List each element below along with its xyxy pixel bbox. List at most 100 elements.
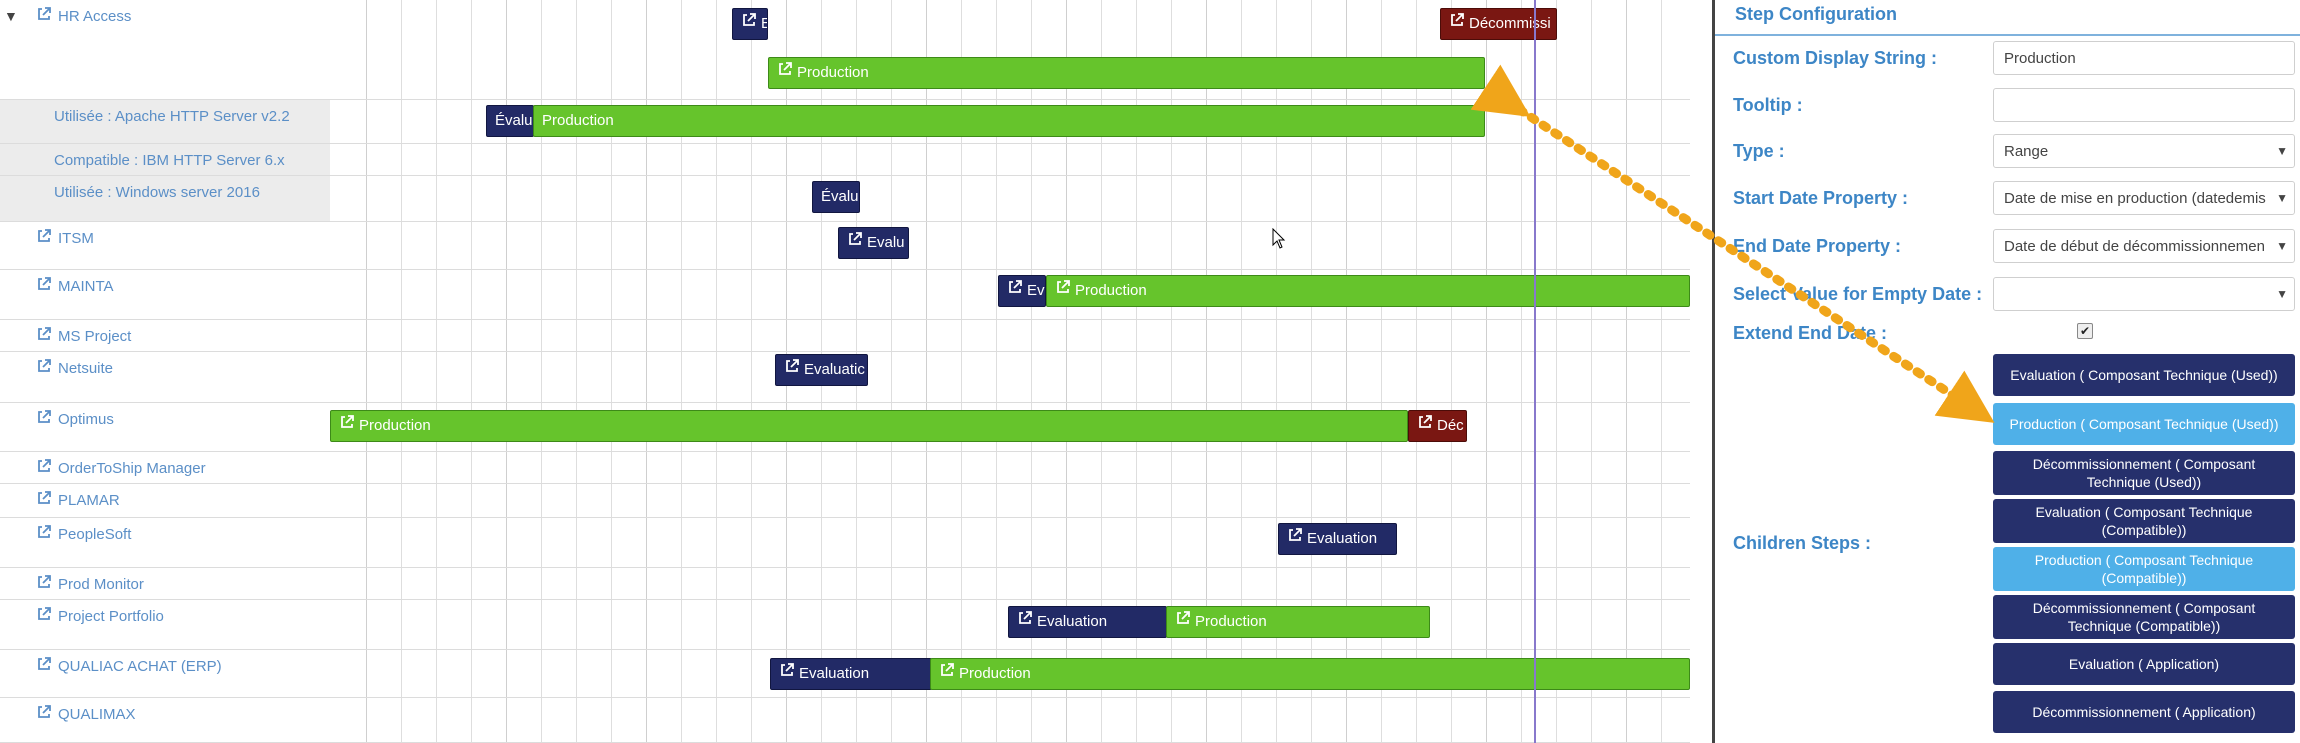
panel-title-divider <box>1715 34 2300 36</box>
external-link-icon[interactable] <box>36 704 52 724</box>
production-bar[interactable]: Production <box>533 105 1485 137</box>
external-link-icon[interactable] <box>36 6 52 26</box>
bar-label: Production <box>797 64 869 81</box>
grid-line <box>366 0 367 743</box>
external-link-icon[interactable] <box>36 656 52 676</box>
application-link[interactable]: ITSM <box>58 230 94 247</box>
extend-end-date-checkbox[interactable]: ✔ <box>2077 323 2093 339</box>
custom-display-input[interactable]: Production <box>1993 41 2295 75</box>
row-separator <box>330 402 1690 403</box>
child-step-button[interactable]: Décommissionnement ( Application) <box>1993 691 2295 733</box>
mouse-cursor-icon <box>1272 228 1286 249</box>
application-link[interactable]: Project Portfolio <box>58 608 164 625</box>
row-label: Utilisée : Windows server 2016 <box>0 176 330 222</box>
row-separator <box>330 451 1690 452</box>
external-link-icon[interactable] <box>36 409 52 429</box>
application-link[interactable]: MAINTA <box>58 278 114 295</box>
row-label: Project Portfolio <box>0 600 330 650</box>
evaluation-bar[interactable]: Evaluatic <box>775 354 868 386</box>
dropdown-arrow-icon: ▼ <box>2276 191 2288 205</box>
evaluation-bar[interactable]: Evalu <box>838 227 909 259</box>
row-label: MAINTA <box>0 270 330 320</box>
application-link[interactable]: PLAMAR <box>58 492 120 509</box>
row-separator <box>330 319 1690 320</box>
external-link-icon[interactable] <box>36 606 52 626</box>
row-label: Optimus <box>0 403 330 452</box>
external-link-icon[interactable] <box>36 490 52 510</box>
decommission-bar[interactable]: Déc <box>1408 410 1467 442</box>
application-link[interactable]: PeopleSoft <box>58 526 131 543</box>
external-link-icon[interactable] <box>36 276 52 296</box>
child-step-button[interactable]: Production ( Composant Technique (Compat… <box>1993 547 2295 591</box>
expand-caret-icon[interactable]: ▼ <box>4 8 18 24</box>
external-link-icon[interactable] <box>36 326 52 346</box>
external-link-icon[interactable] <box>36 458 52 478</box>
bar-label: Production <box>959 665 1031 682</box>
application-link[interactable]: QUALIMAX <box>58 706 136 723</box>
application-link[interactable]: OrderToShip Manager <box>58 460 206 477</box>
bar-label: Production <box>542 112 614 129</box>
row-labels: ▼ HR Access Utilisée : Apache HTTP Server … <box>0 0 330 743</box>
external-link-icon <box>741 9 757 39</box>
grid-line <box>1521 0 1522 743</box>
grid-line <box>1661 0 1662 743</box>
end-date-select[interactable]: Date de début de décommissionnemen ▼ <box>1993 229 2295 263</box>
evaluation-bar[interactable]: Évalu <box>486 105 534 137</box>
panel-title: Step Configuration <box>1735 4 1897 24</box>
evaluation-bar[interactable]: Evaluation <box>1008 606 1167 638</box>
external-link-icon <box>779 659 795 689</box>
external-link-icon <box>1017 607 1033 637</box>
external-link-icon <box>1175 607 1191 637</box>
application-link[interactable]: HR Access <box>58 8 131 25</box>
type-select[interactable]: Range ▼ <box>1993 134 2295 168</box>
child-step-button[interactable]: Décommissionnement ( Composant Technique… <box>1993 451 2295 495</box>
evaluation-bar[interactable]: Evaluation <box>770 658 932 690</box>
application-link[interactable]: Prod Monitor <box>58 576 144 593</box>
child-step-button[interactable]: Evaluation ( Composant Technique (Compat… <box>1993 499 2295 543</box>
evaluation-bar[interactable]: Évalu <box>812 181 860 213</box>
empty-date-select[interactable]: ▼ <box>1993 277 2295 311</box>
external-link-icon <box>1449 9 1465 39</box>
external-link-icon[interactable] <box>36 228 52 248</box>
start-date-select[interactable]: Date de mise en production (datedemis ▼ <box>1993 181 2295 215</box>
dropdown-arrow-icon: ▼ <box>2276 144 2288 158</box>
bar-label: Évalu <box>821 188 859 205</box>
row-separator <box>330 221 1690 222</box>
step-configuration-panel: Step Configuration Custom Display String… <box>1712 0 2300 743</box>
external-link-icon <box>1417 411 1433 441</box>
bar-label: Ev <box>1027 282 1045 299</box>
production-bar[interactable]: Production <box>1046 275 1690 307</box>
grid-line <box>1556 0 1557 743</box>
row-label: ITSM <box>0 222 330 270</box>
evaluation-bar[interactable]: Ev <box>998 275 1046 307</box>
evaluation-bar[interactable]: Evaluation <box>1278 523 1397 555</box>
child-step-button[interactable]: Production ( Composant Technique (Used)) <box>1993 403 2295 445</box>
tooltip-input[interactable] <box>1993 88 2295 122</box>
external-link-icon[interactable] <box>36 574 52 594</box>
decommission-bar[interactable]: Décommissi <box>1440 8 1557 40</box>
production-bar[interactable]: Production <box>768 57 1485 89</box>
row-separator <box>330 697 1690 698</box>
child-step-button[interactable]: Décommissionnement ( Composant Technique… <box>1993 595 2295 639</box>
child-step-button[interactable]: Evaluation ( Composant Technique (Used)) <box>1993 354 2295 396</box>
application-link[interactable]: QUALIAC ACHAT (ERP) <box>58 658 222 675</box>
row-separator <box>330 649 1690 650</box>
production-bar[interactable]: Production <box>330 410 1408 442</box>
bar-label: Évalu <box>495 112 533 129</box>
row-separator <box>330 175 1690 176</box>
row-label: Compatible : IBM HTTP Server 6.x <box>0 144 330 176</box>
application-link[interactable]: Optimus <box>58 411 114 428</box>
child-step-button[interactable]: Evaluation ( Application) <box>1993 643 2295 685</box>
bar-label: Evaluatic <box>804 361 865 378</box>
production-bar[interactable]: Production <box>930 658 1690 690</box>
custom-display-label: Custom Display String : <box>1733 48 1938 68</box>
grid-line <box>1626 0 1627 743</box>
application-link[interactable]: MS Project <box>58 328 131 345</box>
production-bar[interactable]: Production <box>1166 606 1430 638</box>
external-link-icon[interactable] <box>36 524 52 544</box>
external-link-icon[interactable] <box>36 358 52 378</box>
application-link[interactable]: Netsuite <box>58 360 113 377</box>
bar-label: Evaluation <box>1037 613 1108 630</box>
evaluation-bar[interactable]: E <box>732 8 768 40</box>
external-link-icon <box>1007 276 1023 306</box>
